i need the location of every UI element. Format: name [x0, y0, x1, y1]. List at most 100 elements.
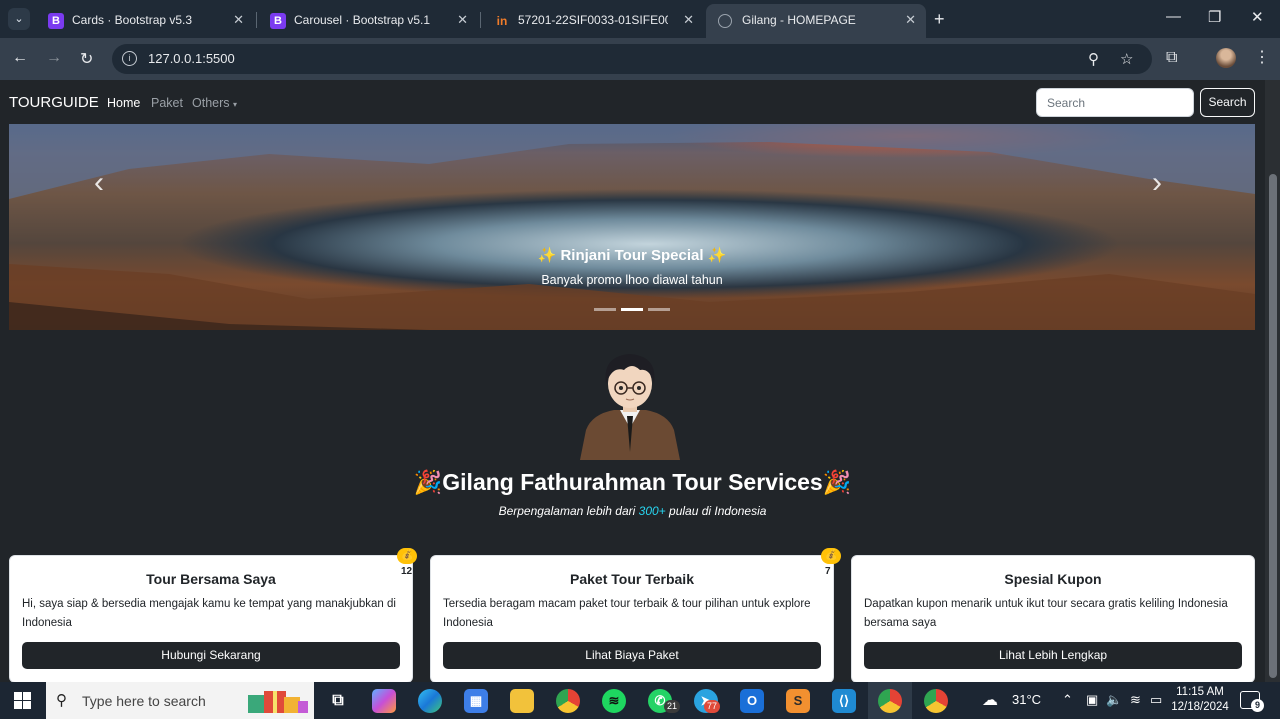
card-text: Hi, saya siap & bersedia mengajak kamu k… — [22, 598, 396, 629]
close-icon[interactable]: ✕ — [905, 12, 916, 28]
search-input[interactable]: Search — [1036, 88, 1194, 117]
address-bar[interactable]: i 127.0.0.1:5500 ⚲ ☆ — [112, 44, 1152, 74]
tab-course-page[interactable]: in 57201-22SIF0033-01SIFE002-20 ✕ — [482, 4, 704, 38]
hero-avatar-illustration — [580, 354, 680, 460]
taskbar-search-box[interactable]: ⚲ Type here to search — [46, 682, 314, 719]
tab-divider — [480, 12, 481, 28]
lihat-lebih-lengkap-button[interactable]: Lihat Lebih Lengkap — [864, 642, 1242, 669]
carousel-indicator-2[interactable] — [621, 308, 643, 311]
tray-chevron-up-icon[interactable]: ⌃ — [1062, 692, 1073, 708]
tab-cards-bootstrap[interactable]: B Cards · Bootstrap v5.3 ✕ — [36, 4, 254, 38]
bootstrap-icon: B — [270, 13, 286, 29]
tab-carousel-bootstrap[interactable]: B Carousel · Bootstrap v5.1 ✕ — [258, 4, 478, 38]
card-title: Tour Bersama Saya — [146, 571, 276, 587]
profile-avatar[interactable] — [1216, 48, 1236, 68]
menu-kebab-icon[interactable]: ⋮ — [1254, 47, 1270, 67]
carousel-prev-icon[interactable]: ‹ — [94, 166, 104, 200]
card-badge: 💰7 — [821, 548, 842, 577]
card-text: Tersedia beragam macam paket tour terbai… — [443, 598, 811, 629]
search-placeholder: Search — [1047, 96, 1086, 110]
notification-count: 9 — [1251, 699, 1264, 712]
course-site-icon: in — [496, 14, 508, 28]
meet-now-icon[interactable]: ▣ — [1086, 692, 1098, 708]
hero-title: 🎉Gilang Fathurahman Tour Services🎉 — [413, 469, 852, 495]
site-info-icon[interactable]: i — [122, 51, 137, 66]
tab-title: Gilang - HOMEPAGE — [742, 13, 856, 27]
card-spesial-kupon: Spesial Kupon Dapatkan kupon menarik unt… — [851, 555, 1255, 682]
tab-search-button[interactable]: ⌄ — [8, 8, 30, 30]
card-badge: 💰12 — [397, 548, 418, 577]
carousel-next-icon[interactable]: › — [1152, 166, 1162, 200]
telegram-badge: 77 — [704, 700, 721, 713]
spotify-icon[interactable]: ≋ — [602, 689, 626, 713]
lihat-biaya-paket-button[interactable]: Lihat Biaya Paket — [443, 642, 821, 669]
clock-date: 12/18/2024 — [1171, 701, 1229, 713]
caret-down-icon: ▾ — [233, 100, 238, 109]
clock-time: 11:15 AM — [1176, 686, 1224, 698]
tab-divider — [256, 12, 257, 28]
whatsapp-badge: 21 — [664, 700, 681, 713]
globe-icon — [718, 14, 732, 28]
back-icon[interactable]: ← — [12, 49, 28, 67]
taskbar-search-placeholder: Type here to search — [82, 693, 206, 709]
restore-icon[interactable]: ❐ — [1208, 8, 1221, 26]
tab-title: 57201-22SIF0033-01SIFE002-20 — [518, 13, 668, 27]
copilot-icon[interactable] — [372, 689, 396, 713]
volume-icon[interactable]: 🔈 — [1106, 692, 1122, 708]
card-tour-bersama: 💰12 Tour Bersama Saya Hi, saya siap & be… — [9, 548, 418, 682]
page-scrollbar[interactable] — [1265, 80, 1280, 682]
close-icon[interactable]: ✕ — [683, 12, 694, 28]
window-close-icon[interactable]: ✕ — [1251, 8, 1264, 26]
notification-center-icon[interactable]: 9 — [1240, 691, 1264, 712]
search-button[interactable]: Search — [1200, 88, 1255, 117]
reload-icon[interactable]: ↻ — [80, 49, 93, 69]
nav-link-others-label: Others — [192, 96, 230, 110]
nav-link-paket[interactable]: Paket — [151, 96, 183, 110]
vscode-icon[interactable]: ⟨⟩ — [832, 689, 856, 713]
nav-link-home[interactable]: Home — [107, 96, 140, 110]
browser-toolbar: ← → ↻ i 127.0.0.1:5500 ⚲ ☆ ⧉ ⋮ — [0, 38, 1280, 80]
new-tab-icon[interactable]: + — [934, 9, 945, 30]
hero-subtitle-prefix: Berpengalaman lebih dari — [498, 504, 639, 518]
hero-subtitle-highlight: 300+ — [638, 504, 666, 518]
chrome-icon-2[interactable] — [924, 689, 948, 713]
gift-promo-icon — [248, 691, 308, 713]
zoom-icon[interactable]: ⚲ — [1088, 50, 1099, 68]
microsoft-store-icon[interactable]: ▦ — [464, 689, 488, 713]
browser-tab-strip: ⌄ B Cards · Bootstrap v5.3 ✕ B Carousel … — [0, 0, 1280, 38]
bookmark-star-icon[interactable]: ☆ — [1120, 50, 1133, 68]
taskbar-clock[interactable]: 11:15 AM 12/18/2024 — [1168, 685, 1232, 715]
card-title: Spesial Kupon — [1004, 571, 1102, 587]
close-icon[interactable]: ✕ — [233, 12, 244, 28]
task-view-icon[interactable]: ⧉ — [326, 689, 350, 713]
close-icon[interactable]: ✕ — [457, 12, 468, 28]
card-paket-tour: 💰7 Paket Tour Terbaik Tersedia beragam m… — [430, 548, 842, 682]
weather-temperature[interactable]: 31°C — [1012, 692, 1041, 707]
carousel-caption-subtitle: Banyak promo lhoo diawal tahun — [541, 273, 723, 287]
web-page: TOURGUIDE Home Paket Others ▾ Search Sea… — [0, 80, 1265, 682]
sublime-text-icon[interactable]: S — [786, 689, 810, 713]
carousel-indicator-3[interactable] — [648, 308, 670, 311]
carousel-image — [9, 124, 1255, 330]
chrome-profile-icon[interactable] — [878, 689, 902, 713]
carousel-caption-title: ✨ Rinjani Tour Special ✨ — [537, 247, 727, 264]
nav-dropdown-others[interactable]: Others ▾ — [192, 96, 237, 110]
wifi-icon[interactable]: ≋ — [1130, 692, 1141, 708]
forward-icon[interactable]: → — [46, 49, 62, 67]
bootstrap-icon: B — [48, 13, 64, 29]
outlook-icon[interactable]: O — [740, 689, 764, 713]
weather-cloud-icon[interactable]: ☁ — [982, 690, 998, 710]
hero-subtitle-suffix: pulau di Indonesia — [665, 504, 767, 518]
edge-icon[interactable] — [418, 689, 442, 713]
carousel-indicator-1[interactable] — [594, 308, 616, 311]
extensions-icon[interactable]: ⧉ — [1166, 49, 1177, 67]
tab-gilang-homepage[interactable]: Gilang - HOMEPAGE ✕ — [706, 4, 926, 38]
hubungi-sekarang-button[interactable]: Hubungi Sekarang — [22, 642, 400, 669]
file-explorer-icon[interactable] — [510, 689, 534, 713]
navbar-brand[interactable]: TOURGUIDE — [9, 94, 99, 111]
minimize-icon[interactable]: — — [1166, 8, 1181, 25]
windows-start-icon[interactable] — [14, 692, 31, 709]
scrollbar-thumb[interactable] — [1269, 174, 1277, 678]
battery-icon[interactable]: ▭ — [1150, 692, 1162, 708]
chrome-icon[interactable] — [556, 689, 580, 713]
